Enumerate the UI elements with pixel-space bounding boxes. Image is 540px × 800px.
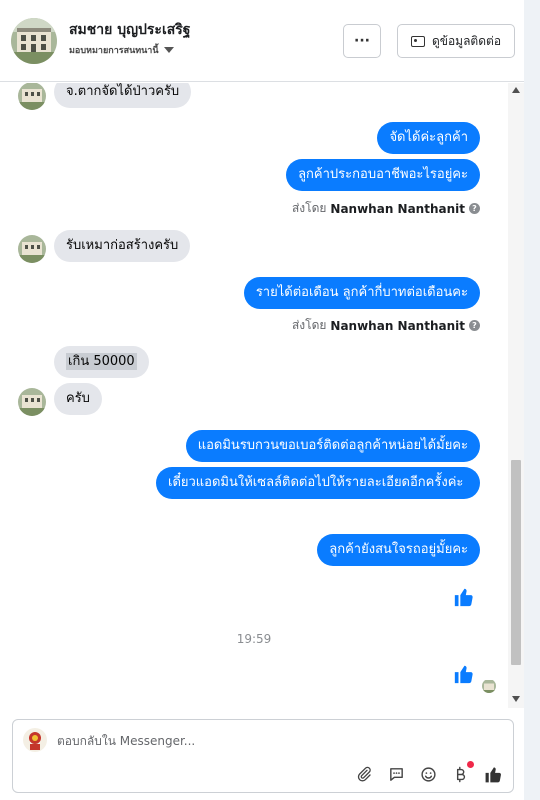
outgoing-message[interactable]: จัดได้ค่ะลูกค้า bbox=[377, 122, 480, 154]
incoming-message[interactable]: รับเหมาก่อสร้างครับ bbox=[54, 230, 191, 262]
message-list[interactable]: จ.ตากจัดได้ป่าวครับ จัดได้ค่ะลูกค้า ลูกค… bbox=[0, 83, 508, 708]
sent-by-prefix: ส่งโดย bbox=[291, 318, 327, 332]
outgoing-message[interactable]: ลูกค้าประกอบอาชีพอะไรอยู่คะ bbox=[286, 159, 480, 191]
sender-name: Nanwhan Nanthanit bbox=[330, 318, 465, 333]
background-panel bbox=[524, 0, 540, 800]
contact-avatar-small bbox=[18, 235, 46, 263]
thumbs-up-icon[interactable] bbox=[453, 586, 475, 612]
info-icon[interactable]: ? bbox=[469, 320, 480, 331]
chat-scrollbar[interactable] bbox=[508, 83, 524, 708]
scroll-down-arrow-icon[interactable] bbox=[512, 696, 520, 702]
message-timestamp: 19:59 bbox=[236, 632, 272, 646]
notification-dot bbox=[467, 761, 474, 768]
sent-by-label: ส่งโดย Nanwhan Nanthanit ? bbox=[292, 199, 480, 218]
info-icon[interactable]: ? bbox=[469, 203, 480, 214]
outgoing-message[interactable]: ลูกค้ายังสนใจรถอยู่มั้ยคะ bbox=[317, 534, 480, 566]
smiley-icon[interactable] bbox=[418, 764, 438, 784]
view-contact-label: ดูข้อมูลติดต่อ bbox=[431, 33, 502, 48]
incoming-message[interactable]: เกิน 50000 bbox=[54, 346, 149, 378]
outgoing-message[interactable]: เดี๋ยวแอดมินให้เซลล์ติดต่อไปให้รายละเอีย… bbox=[156, 467, 480, 499]
message-composer bbox=[12, 719, 514, 793]
paperclip-icon[interactable] bbox=[354, 764, 374, 784]
assign-label: มอบหมายการสนทนานี้ bbox=[69, 46, 159, 56]
page-avatar bbox=[23, 728, 47, 752]
outgoing-message[interactable]: แอดมินรบกวนขอเบอร์ติดต่อลูกค้าหน่อยได้มั… bbox=[185, 430, 480, 462]
thumbs-up-icon[interactable] bbox=[453, 663, 475, 689]
message-input[interactable] bbox=[57, 734, 457, 748]
contact-avatar-small bbox=[18, 388, 46, 416]
contact-avatar-small bbox=[18, 83, 46, 110]
more-options-button[interactable]: ··· bbox=[343, 24, 381, 58]
scrollbar-thumb[interactable] bbox=[511, 460, 521, 665]
assign-conversation-dropdown[interactable]: มอบหมายการสนทนานี้ bbox=[69, 43, 174, 57]
incoming-message[interactable]: จ.ตากจัดได้ป่าวครับ bbox=[54, 83, 192, 108]
scroll-up-arrow-icon[interactable] bbox=[512, 87, 520, 93]
outgoing-message[interactable]: รายได้ต่อเดือน ลูกค้ากี่บาทต่อเดือนคะ bbox=[243, 277, 480, 309]
conversation-header: สมชาย บุญประเสริฐ มอบหมายการสนทนานี้ ···… bbox=[0, 0, 524, 82]
baht-icon[interactable] bbox=[450, 761, 474, 784]
contact-avatar[interactable] bbox=[11, 18, 57, 64]
contact-card-icon bbox=[410, 35, 425, 47]
messenger-window: สมชาย บุญประเสริฐ มอบหมายการสนทนานี้ ···… bbox=[0, 0, 524, 800]
highlighted-text: เกิน 50000 bbox=[66, 353, 137, 370]
view-contact-button[interactable]: ดูข้อมูลติดต่อ bbox=[397, 24, 515, 58]
seen-avatar bbox=[482, 679, 496, 693]
sent-by-label: ส่งโดย Nanwhan Nanthanit ? bbox=[292, 316, 480, 335]
incoming-message[interactable]: ครับ bbox=[54, 383, 102, 415]
thumbs-up-icon[interactable] bbox=[483, 764, 503, 784]
caret-down-icon bbox=[163, 47, 174, 53]
chat-bubble-icon[interactable] bbox=[386, 764, 406, 784]
sent-by-prefix: ส่งโดย bbox=[291, 201, 327, 215]
sender-name: Nanwhan Nanthanit bbox=[330, 201, 465, 216]
contact-name: สมชาย บุญประเสริฐ bbox=[69, 22, 191, 38]
